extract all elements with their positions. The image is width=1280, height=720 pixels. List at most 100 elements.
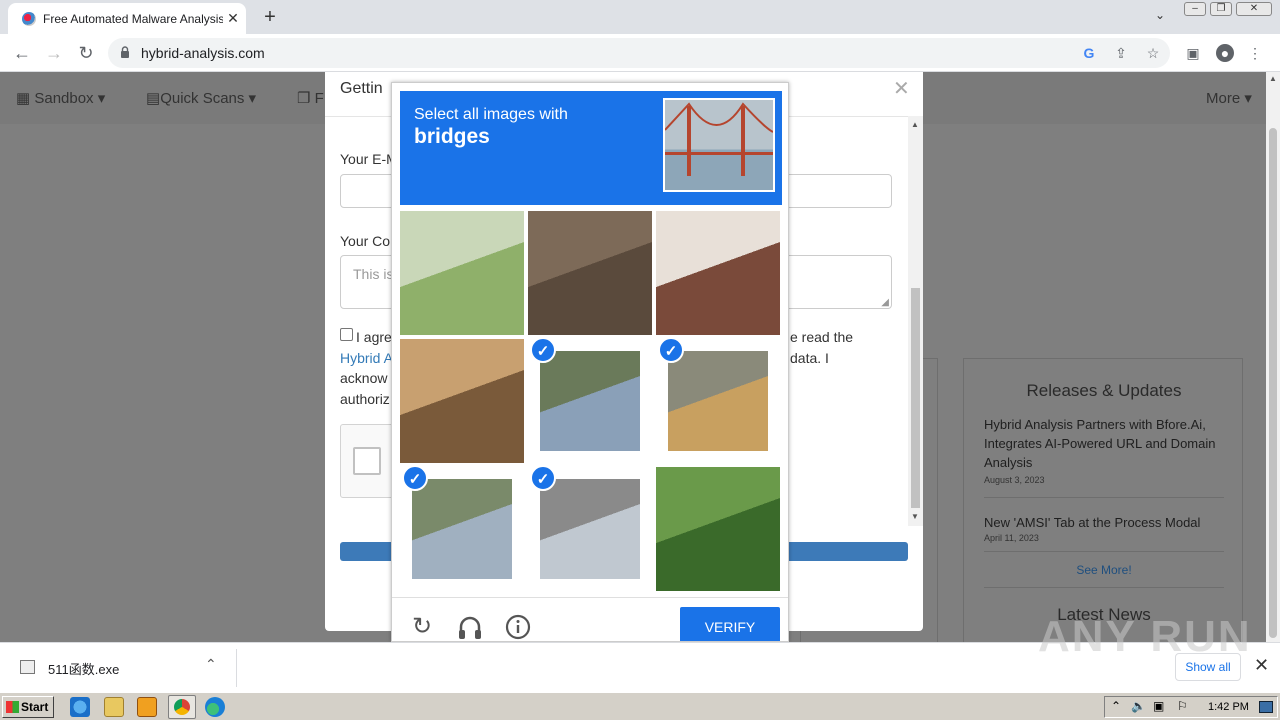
window-close-button[interactable]: ✕ [1236,2,1272,16]
verify-button[interactable]: VERIFY [680,607,780,641]
scroll-down-icon[interactable]: ▼ [911,512,919,521]
exe-file-icon [20,660,35,674]
explorer-folder-icon[interactable] [104,697,124,717]
consent-link[interactable]: Hybrid A [340,350,393,366]
consent-text-right2: data. I [790,350,829,366]
start-button[interactable]: Start [2,696,54,718]
sample-bridge-image [663,98,775,192]
tile-image [540,351,640,451]
news-item-2-title[interactable]: New 'AMSI' Tab at the Process Modal [984,513,1224,532]
download-options-chevron-icon[interactable]: ⌃ [205,656,217,673]
profile-avatar-icon[interactable]: ● [1216,44,1234,62]
challenge-tile[interactable] [656,467,780,591]
tab-strip: Free Automated Malware Analysis Se ✕ + ⌄… [0,0,1280,34]
quick-scans-nav[interactable]: ▤Quick Scans ▾ [146,89,256,107]
headphones-svg [459,616,481,639]
tray-expand-icon[interactable]: ⌃ [1111,699,1121,713]
new-tab-button[interactable]: + [258,5,282,29]
share-icon[interactable]: ⇪ [1112,44,1130,62]
tab-search-chevron-icon[interactable]: ⌄ [1150,8,1170,26]
taskbar-clock[interactable]: 1:42 PM [1208,701,1249,713]
see-more-link[interactable]: See More! [964,563,1244,577]
captcha-checkbox[interactable] [353,447,381,475]
browser-tab[interactable]: Free Automated Malware Analysis Se ✕ [8,3,246,34]
challenge-prompt: Select all images with bridges [400,91,782,205]
menu-kebab-icon[interactable]: ⋮ [1246,44,1264,62]
modal-scrollbar[interactable]: ▲ ▼ [908,116,923,526]
consent-text-line4: authoriz [340,391,390,407]
download-divider [236,649,237,687]
show-desktop-icon[interactable] [1259,701,1273,713]
selected-check-icon: ✓ [530,465,556,491]
releases-updates-panel: Releases & Updates Hybrid Analysis Partn… [963,358,1243,642]
divider [984,587,1224,588]
resize-handle-icon[interactable]: ◢ [881,297,889,308]
scroll-up-icon[interactable]: ▲ [911,120,919,129]
back-button[interactable]: ← [10,41,34,65]
page-scrollbar[interactable]: ▲ [1266,72,1280,642]
selected-check-icon: ✓ [530,337,556,363]
audio-headphones-icon[interactable] [456,613,484,641]
file-icon: ▤ [146,90,161,107]
comment-label: Your Co [340,233,391,249]
edge-icon[interactable] [205,697,225,717]
divider [984,551,1224,552]
forward-button[interactable]: → [42,41,66,65]
consent-text-line1: I agre [356,329,392,345]
info-svg [505,614,531,640]
address-bar[interactable]: hybrid-analysis.com G ⇪ ☆ [108,38,1170,68]
prompt-text: Select all images with [414,106,568,123]
sandbox-nav[interactable]: ▦ Sandbox ▾ [16,89,105,107]
chrome-taskbar-button[interactable] [168,695,196,719]
action-center-flag-icon[interactable]: ⚐ [1177,699,1188,713]
modal-close-icon[interactable]: ✕ [893,76,910,101]
tab-close-icon[interactable]: ✕ [224,9,242,27]
image-challenge: Select all images with bridges ✓ ✓ ✓ ✓ ↻ VE… [391,82,789,642]
tile-image [656,211,780,335]
download-filename[interactable]: 511函数.exe [48,659,119,678]
selected-check-icon: ✓ [658,337,684,363]
volume-icon[interactable]: 🔈 [1131,699,1146,713]
page-scroll-up-icon[interactable]: ▲ [1269,74,1277,83]
tile-image [656,467,780,591]
reload-button[interactable]: ↻ [74,41,98,65]
tile-image [400,339,524,463]
consent-text-right1: e read the [790,329,854,345]
side-panel-icon[interactable]: ▣ [1184,44,1202,62]
tile-image [412,479,512,579]
bookmark-star-icon[interactable]: ☆ [1144,44,1162,62]
prompt-keyword: bridges [414,125,490,148]
selected-check-icon: ✓ [402,465,428,491]
modal-scroll-thumb[interactable] [911,288,920,508]
consent-checkbox[interactable] [340,328,353,341]
copy-icon: ❐ [297,90,315,107]
page-scroll-thumb[interactable] [1269,128,1277,638]
minimize-button[interactable]: – [1184,2,1206,16]
email-label: Your E-M [340,151,398,167]
google-translate-icon[interactable]: G [1080,44,1098,62]
comment-placeholder: This is [353,266,394,282]
tile-image [540,479,640,579]
more-nav[interactable]: More ▾ [1206,89,1252,107]
tile-image [668,351,768,451]
restore-button[interactable]: ❐ [1210,2,1232,16]
challenge-footer-divider [392,597,788,598]
challenge-tile[interactable] [400,339,524,463]
tile-image [528,211,652,335]
divider [984,497,1224,498]
download-bar-close-icon[interactable]: ✕ [1254,655,1269,676]
refresh-icon[interactable]: ↻ [408,613,436,641]
challenge-tile[interactable] [400,211,524,335]
browser-toolbar: ← → ↻ hybrid-analysis.com G ⇪ ☆ ▣ ● ⋮ [0,34,1280,72]
info-icon[interactable] [504,613,532,641]
challenge-tile[interactable] [528,211,652,335]
site-favicon-icon [22,12,36,26]
network-icon[interactable]: ▣ [1153,699,1164,713]
news-item-1-title[interactable]: Hybrid Analysis Partners with Bfore.Ai, … [984,415,1224,472]
media-player-icon[interactable] [137,697,157,717]
challenge-tile[interactable] [656,211,780,335]
ie-icon[interactable] [70,697,90,717]
news-item-1-date: August 3, 2023 [984,475,1045,485]
chrome-icon [174,699,190,715]
files-nav[interactable]: ❐ F [297,89,324,107]
